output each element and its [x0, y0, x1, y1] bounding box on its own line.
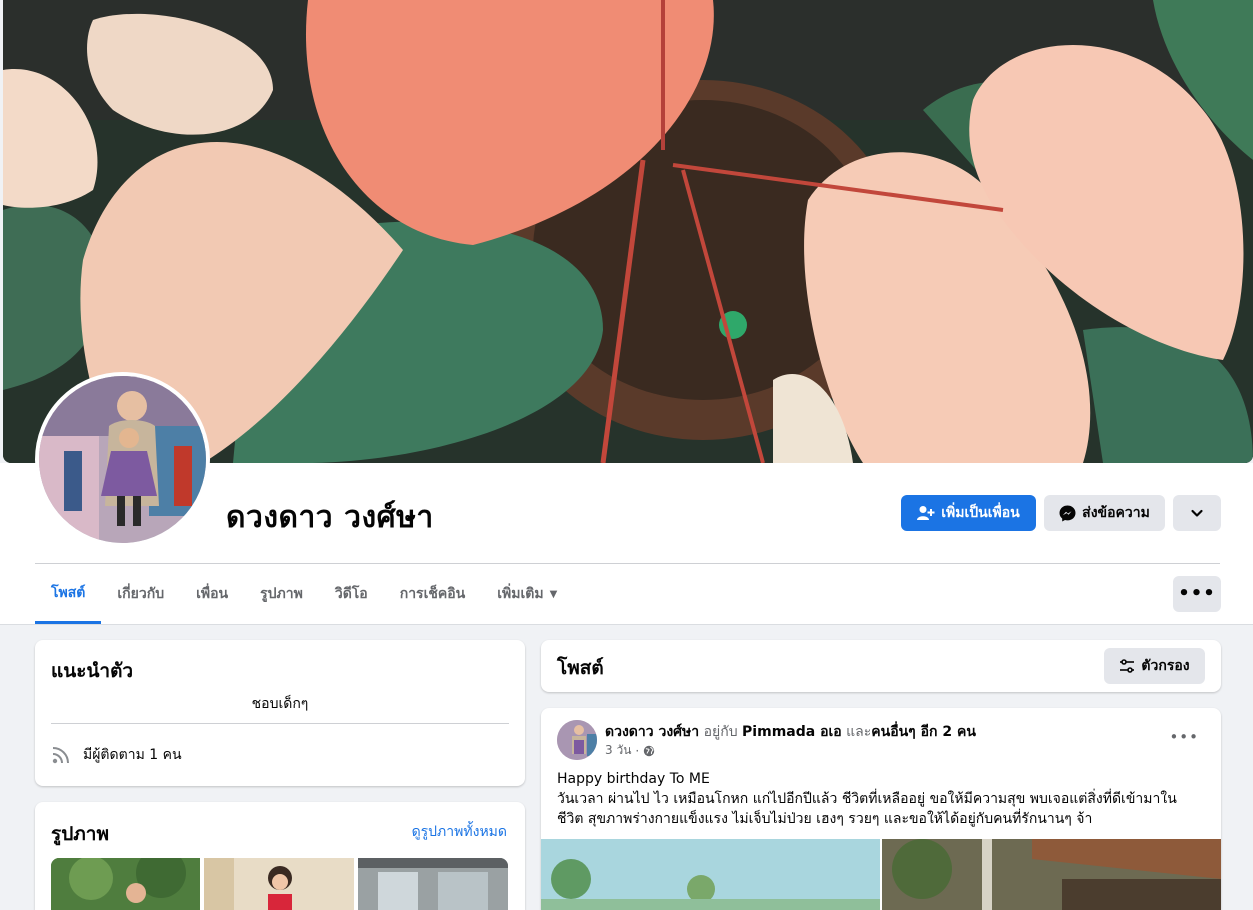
- intro-card: แนะนำตัว ชอบเด็กๆ มีผู้ติดตาม 1 คน: [35, 640, 525, 786]
- tab-label: เกี่ยวกับ: [117, 586, 165, 602]
- photo-thumbnail[interactable]: [358, 858, 508, 910]
- intro-title: แนะนำตัว: [51, 660, 134, 682]
- posts-header-card: โพสต์ ตัวกรอง: [541, 640, 1221, 692]
- see-all-photos-link[interactable]: ดูรูปภาพทั้งหมด: [412, 821, 507, 843]
- photo-thumbnail[interactable]: [204, 858, 354, 910]
- dot-separator: ·: [635, 743, 640, 758]
- photos-card: รูปภาพ ดูรูปภาพทั้งหมด: [35, 802, 525, 910]
- intro-divider: [51, 723, 509, 724]
- rss-icon: [52, 747, 69, 764]
- add-friend-icon: [917, 506, 935, 520]
- tab-label: เพิ่มเติม: [497, 586, 544, 602]
- post-card: ดวงดาว วงศ์ษา อยู่กับ Pimmada อเอ และคนอ…: [541, 708, 1221, 910]
- cover-image: [3, 0, 1253, 463]
- tagged-others[interactable]: คนอื่นๆ อีก 2 คน: [871, 724, 976, 740]
- post-meta: 3 วัน ·: [605, 741, 655, 760]
- post-photo-image: [541, 839, 880, 910]
- followers-text: มีผู้ติดตาม 1 คน: [83, 747, 182, 763]
- profile-avatar[interactable]: [35, 372, 210, 547]
- profile-name: ดวงดาว วงศ์ษา: [226, 500, 434, 535]
- tab-more[interactable]: เพิ่มเติม ▼: [481, 565, 573, 623]
- cover-photo[interactable]: [3, 0, 1253, 463]
- caret-down-icon: ▼: [549, 588, 558, 600]
- post-photo[interactable]: [541, 839, 880, 910]
- post-author-avatar[interactable]: [557, 720, 597, 760]
- add-friend-button[interactable]: เพิ่มเป็นเพื่อน: [901, 495, 1036, 531]
- followers-row: มีผู้ติดตาม 1 คน: [51, 744, 182, 766]
- messenger-icon: [1059, 505, 1076, 521]
- tab-posts[interactable]: โพสต์: [35, 565, 102, 624]
- tagged-person[interactable]: Pimmada อเอ: [742, 724, 842, 740]
- avatar-image: [39, 376, 206, 543]
- filter-label: ตัวกรอง: [1141, 658, 1190, 674]
- tab-about[interactable]: เกี่ยวกับ: [101, 565, 180, 623]
- post-text-line: ชีวิต สุขภาพร่างกายแข็งแรง ไม่เจ็บไม่ป่ว…: [557, 811, 1093, 827]
- add-friend-label: เพิ่มเป็นเพื่อน: [941, 505, 1020, 521]
- chevron-down-icon: [1191, 509, 1203, 517]
- more-dots-icon: •••: [1178, 583, 1216, 604]
- tab-label: วิดีโอ: [334, 586, 368, 602]
- tab-label: รูปภาพ: [260, 586, 303, 602]
- post-text-line: Happy birthday To ME: [557, 771, 710, 787]
- tab-label: เพื่อน: [196, 586, 229, 602]
- tab-friends[interactable]: เพื่อน: [180, 565, 244, 623]
- post-with-text: อยู่กับ: [703, 724, 738, 740]
- avatar-image: [557, 720, 597, 760]
- posts-title: โพสต์: [557, 657, 604, 679]
- post-text-line: วันเวลา ผ่านไป ไว เหมือนโกหก แก่ไปอีกปีแ…: [557, 791, 1177, 807]
- message-button[interactable]: ส่งข้อความ: [1044, 495, 1165, 531]
- post-time[interactable]: 3 วัน: [605, 741, 631, 760]
- header-divider: [35, 563, 1220, 564]
- photo-image: [204, 858, 354, 910]
- intro-bio: ชอบเด็กๆ: [251, 696, 309, 712]
- post-and-text: และ: [846, 724, 872, 740]
- photo-image: [358, 858, 508, 910]
- post-text: Happy birthday To ME วันเวลา ผ่านไป ไว เ…: [557, 769, 1207, 829]
- post-author-name[interactable]: ดวงดาว วงศ์ษา: [605, 724, 699, 740]
- photos-title: รูปภาพ: [51, 823, 109, 845]
- tab-label: การเช็คอิน: [399, 586, 466, 602]
- more-options-button[interactable]: [1173, 495, 1221, 531]
- filter-button[interactable]: ตัวกรอง: [1104, 648, 1205, 684]
- photo-image: [51, 858, 200, 910]
- tab-label: โพสต์: [51, 585, 86, 601]
- post-more-dots-icon[interactable]: •••: [1169, 728, 1199, 746]
- message-label: ส่งข้อความ: [1082, 505, 1150, 521]
- tab-checkins[interactable]: การเช็คอิน: [384, 565, 482, 623]
- tabs-more-button[interactable]: •••: [1173, 576, 1221, 612]
- filter-icon: [1120, 659, 1135, 673]
- post-photo-image: [882, 839, 1221, 910]
- post-photo[interactable]: [882, 839, 1221, 910]
- tab-videos[interactable]: วิดีโอ: [319, 565, 384, 623]
- photo-thumbnail[interactable]: [51, 858, 200, 910]
- post-header-line: ดวงดาว วงศ์ษา อยู่กับ Pimmada อเอ และคนอ…: [605, 721, 976, 743]
- globe-icon: [644, 745, 655, 756]
- tab-photos[interactable]: รูปภาพ: [244, 565, 319, 623]
- profile-tabs: โพสต์ เกี่ยวกับ เพื่อน รูปภาพ วิดีโอ การ…: [35, 565, 573, 625]
